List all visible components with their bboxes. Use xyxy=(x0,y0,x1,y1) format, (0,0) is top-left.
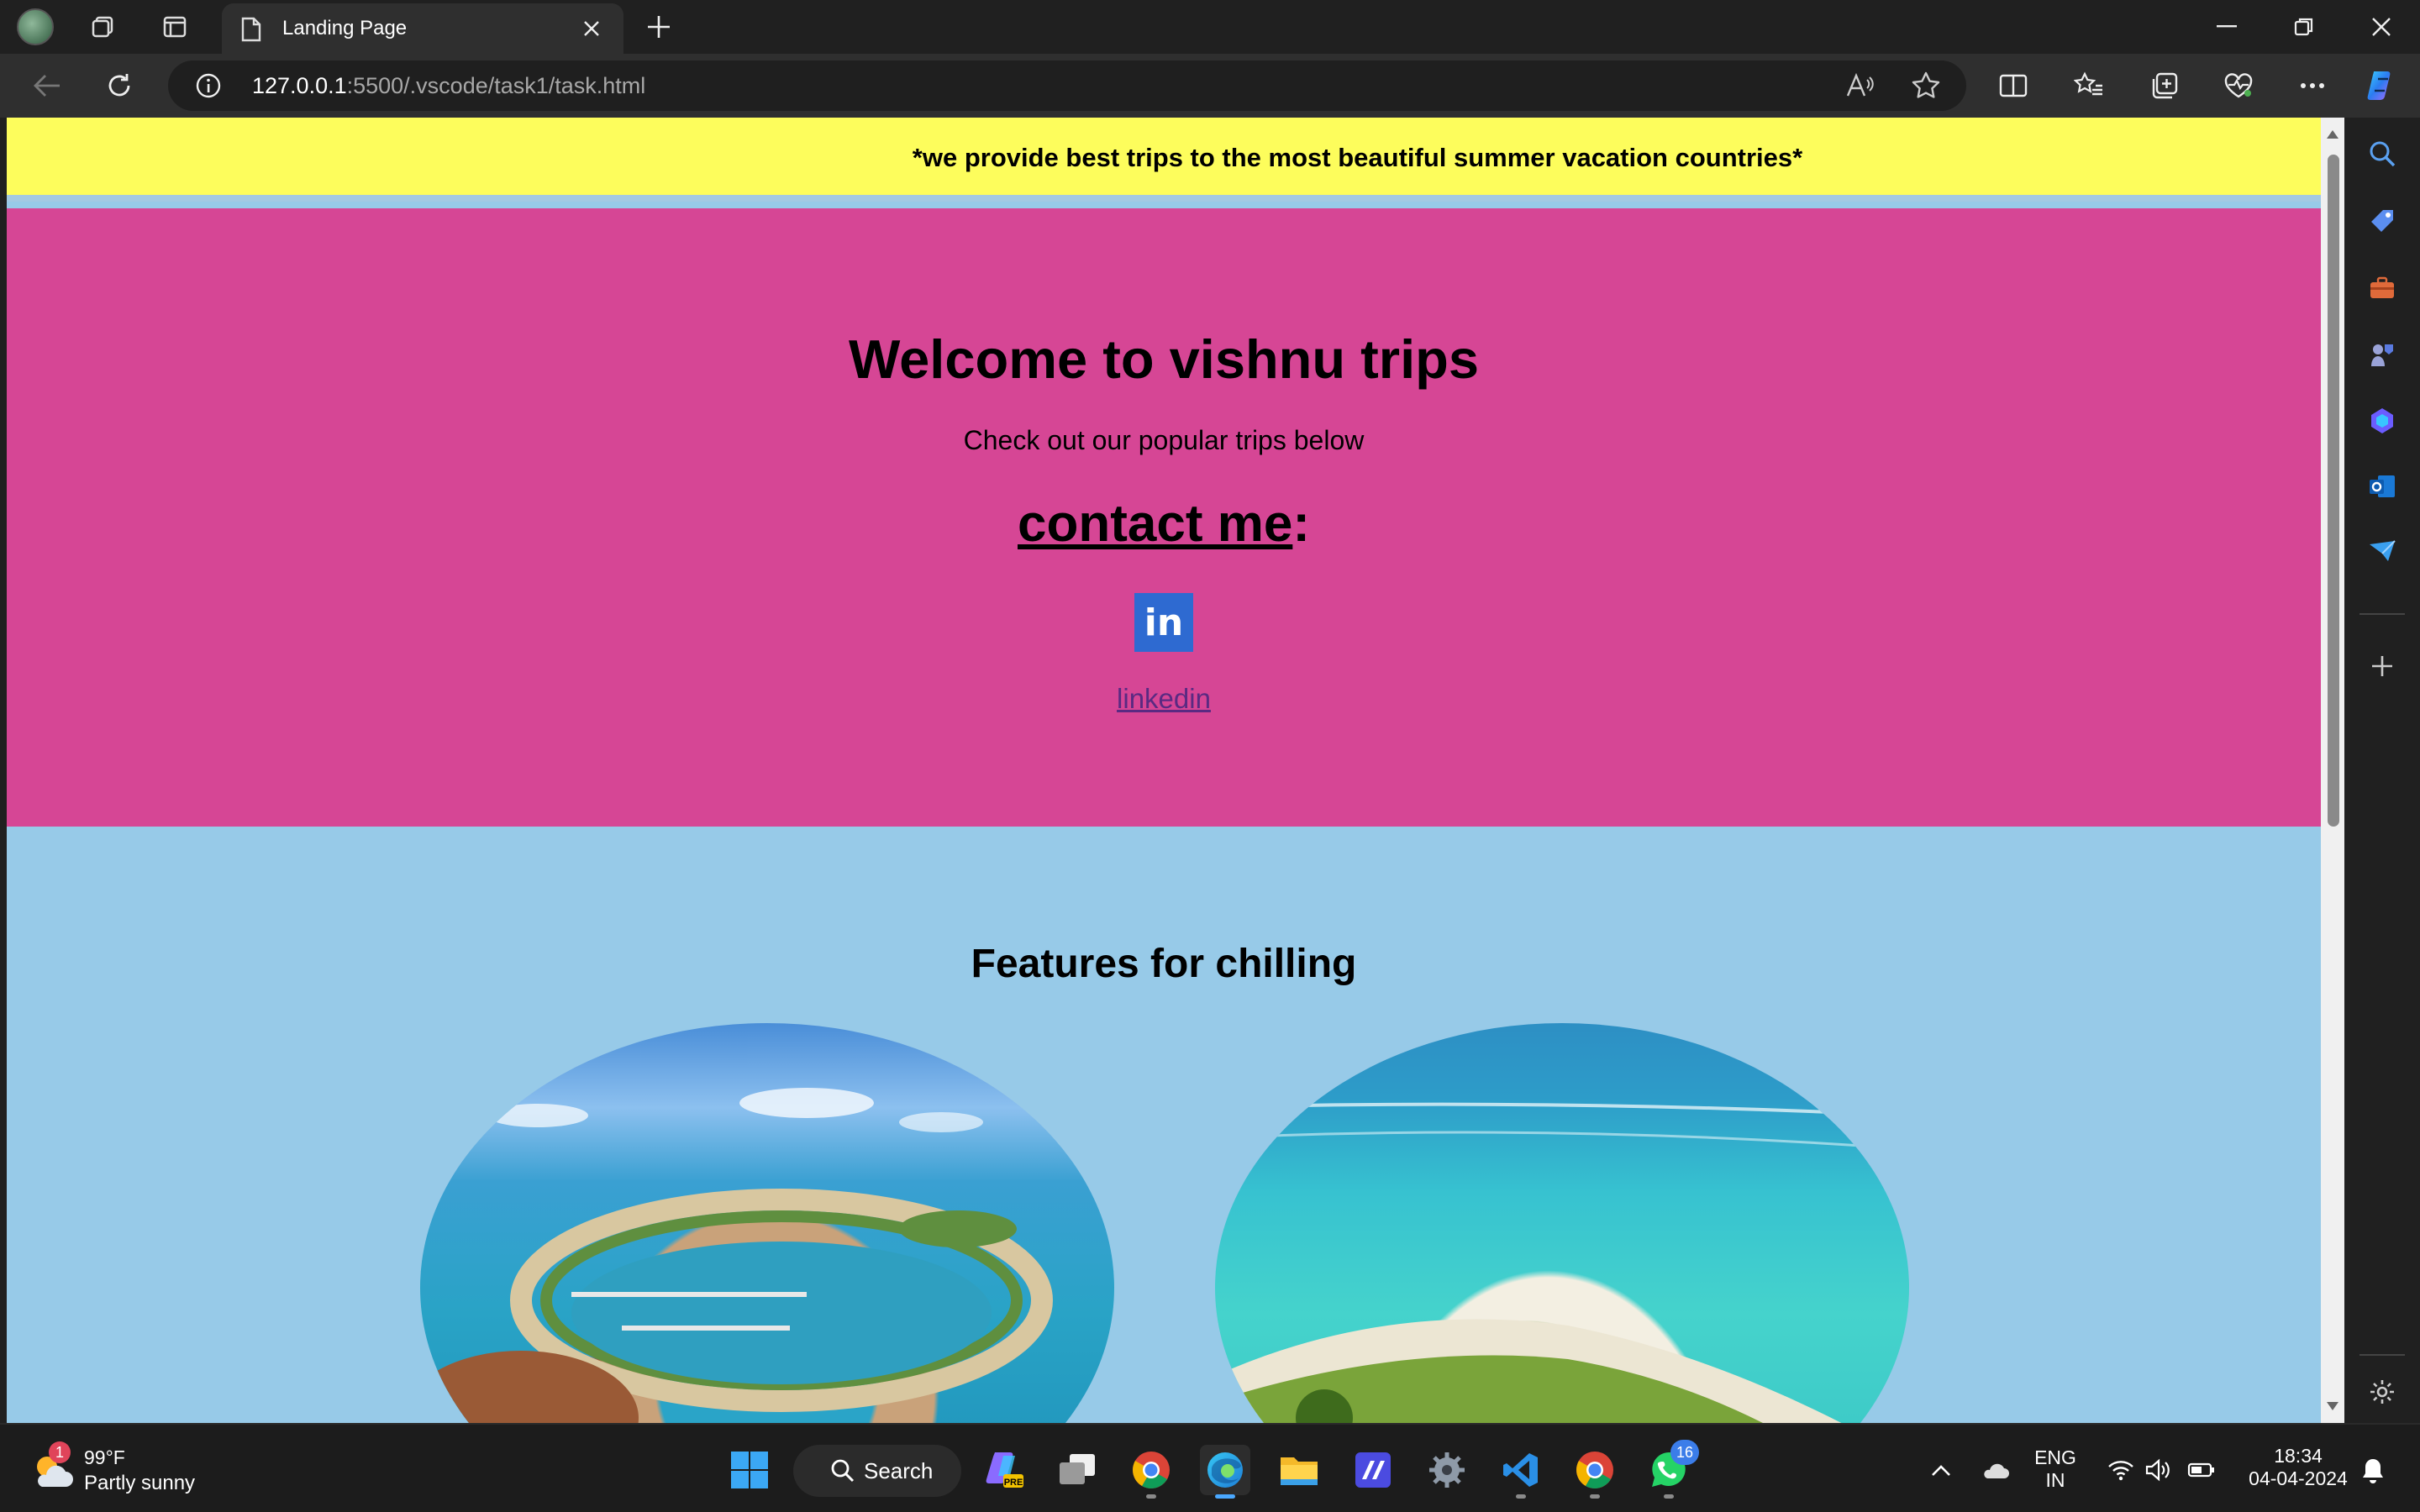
app-taskbar-icon[interactable] xyxy=(1348,1445,1398,1495)
language-code: ENG xyxy=(2034,1446,2076,1468)
url-text[interactable]: 127.0.0.1:5500/.vscode/task1/task.html xyxy=(252,73,645,99)
browser-toolbar: 127.0.0.1:5500/.vscode/task1/task.html xyxy=(0,54,2420,118)
sidebar-settings-icon[interactable] xyxy=(2363,1373,2402,1411)
whatsapp-taskbar-icon[interactable]: 16 xyxy=(1644,1440,1699,1499)
clock[interactable]: 18:34 04-04-2024 xyxy=(2235,1445,2361,1490)
scrollbar-thumb[interactable] xyxy=(2328,155,2339,827)
search-label: Search xyxy=(864,1458,934,1483)
scroll-down-arrow-icon[interactable] xyxy=(2326,1399,2339,1413)
file-explorer-icon[interactable] xyxy=(1274,1445,1324,1495)
linkedin-icon[interactable]: in xyxy=(1134,593,1193,652)
resort-island-image xyxy=(420,1023,1114,1423)
contact-label: contact me xyxy=(1018,495,1293,553)
page-scrollbar[interactable] xyxy=(2321,118,2344,1423)
contact-colon: : xyxy=(1292,495,1310,553)
sidebar-games-icon[interactable] xyxy=(2363,336,2402,375)
sidebar-outlook-icon[interactable] xyxy=(2363,467,2402,506)
taskbar-search[interactable]: Search xyxy=(793,1445,961,1497)
favorites-icon[interactable] xyxy=(2069,66,2109,106)
promo-banner: *we provide best trips to the most beaut… xyxy=(7,118,2321,202)
contact-heading: contact me: xyxy=(7,494,2321,554)
close-window-icon[interactable] xyxy=(2344,3,2418,50)
site-info-icon[interactable] xyxy=(195,72,222,103)
hero-section: Welcome to vishnu trips Check out our po… xyxy=(7,208,2321,827)
sidebar-tools-icon[interactable] xyxy=(2363,269,2402,307)
clock-date: 04-04-2024 xyxy=(2249,1467,2348,1489)
restore-icon[interactable] xyxy=(2267,3,2341,50)
clock-time: 18:34 xyxy=(2274,1445,2323,1467)
page-viewport: *we provide best trips to the most beaut… xyxy=(7,118,2321,1423)
page-icon xyxy=(240,17,262,46)
svg-text:PRE: PRE xyxy=(1004,1478,1023,1488)
active-indicator xyxy=(1215,1494,1235,1499)
chrome-taskbar-icon[interactable] xyxy=(1126,1445,1176,1499)
address-bar[interactable]: 127.0.0.1:5500/.vscode/task1/task.html xyxy=(168,60,1966,111)
page-subheading: Check out our popular trips below xyxy=(963,425,1365,455)
tab-close-icon[interactable] xyxy=(575,12,608,45)
browser-essentials-icon[interactable] xyxy=(2218,66,2259,106)
volume-icon[interactable] xyxy=(2133,1445,2183,1495)
banner-text: *we provide best trips to the most beaut… xyxy=(912,143,1803,172)
workspaces-icon[interactable] xyxy=(84,8,121,45)
weather-badge: 1 xyxy=(49,1441,71,1463)
tab-landing-page[interactable]: Landing Page xyxy=(222,3,623,54)
region-code: IN xyxy=(2045,1469,2065,1491)
weather-condition: Partly sunny xyxy=(84,1472,196,1494)
tab-title: Landing Page xyxy=(282,17,408,39)
url-host: 127.0.0.1 xyxy=(252,73,347,98)
sidebar-add-icon[interactable] xyxy=(2363,647,2402,685)
edge-sidebar xyxy=(2344,118,2420,1423)
tab-actions-icon[interactable] xyxy=(156,8,193,45)
vscode-taskbar-icon[interactable] xyxy=(1496,1445,1546,1499)
copilot-icon[interactable] xyxy=(2361,66,2402,106)
profile-avatar[interactable] xyxy=(17,8,54,45)
windows-taskbar: 1 99°F Partly sunny Search PRE 16 ENG IN… xyxy=(0,1423,2420,1512)
beach-island-image xyxy=(1215,1023,1909,1423)
battery-icon[interactable] xyxy=(2176,1445,2227,1495)
sidebar-microsoft365-icon[interactable] xyxy=(2363,402,2402,440)
language-indicator[interactable]: ENG IN xyxy=(2028,1446,2082,1492)
scroll-up-arrow-icon[interactable] xyxy=(2326,128,2339,141)
show-hidden-icons-chevron-icon[interactable] xyxy=(1916,1445,1966,1495)
collections-icon[interactable] xyxy=(2144,66,2185,106)
more-options-icon[interactable] xyxy=(2292,66,2333,106)
new-tab-icon[interactable] xyxy=(640,8,677,45)
task-view-icon[interactable] xyxy=(1052,1445,1102,1495)
linkedin-logo-text: in xyxy=(1144,601,1184,644)
browser-title-bar: Landing Page xyxy=(0,0,2420,54)
onedrive-cloud-icon[interactable] xyxy=(1970,1445,2020,1495)
start-button[interactable] xyxy=(724,1445,775,1495)
sidebar-separator xyxy=(2360,613,2405,615)
page-heading: Welcome to vishnu trips xyxy=(848,328,1480,390)
refresh-icon[interactable] xyxy=(99,66,139,106)
settings-taskbar-icon[interactable] xyxy=(1422,1445,1472,1495)
sidebar-shopping-icon[interactable] xyxy=(2363,202,2402,240)
whatsapp-badge: 16 xyxy=(1670,1440,1699,1465)
chrome-taskbar-icon-2[interactable] xyxy=(1570,1445,1620,1499)
running-indicator xyxy=(1590,1494,1600,1499)
sidebar-search-icon[interactable] xyxy=(2363,134,2402,173)
weather-temperature: 99°F xyxy=(84,1446,125,1468)
notifications-bell-icon[interactable] xyxy=(2348,1445,2398,1495)
back-arrow-icon[interactable] xyxy=(27,66,67,106)
copilot-pre-taskbar-icon[interactable]: PRE xyxy=(978,1445,1028,1495)
search-icon xyxy=(831,1459,855,1483)
minimize-icon[interactable] xyxy=(2190,3,2264,50)
url-path: :5500/.vscode/task1/task.html xyxy=(346,73,646,98)
sidebar-separator xyxy=(2360,1354,2405,1356)
features-title: Features for chilling xyxy=(971,942,1357,986)
running-indicator xyxy=(1516,1494,1526,1499)
favorite-star-icon[interactable] xyxy=(1911,71,1941,105)
running-indicator xyxy=(1664,1494,1674,1499)
edge-taskbar-icon[interactable] xyxy=(1200,1445,1250,1499)
sidebar-drop-icon[interactable] xyxy=(2363,533,2402,571)
read-aloud-icon[interactable] xyxy=(1845,72,1874,105)
weather-widget[interactable]: 1 99°F Partly sunny xyxy=(29,1441,230,1497)
linkedin-link[interactable]: linkedin xyxy=(7,683,2321,715)
running-indicator xyxy=(1146,1494,1156,1499)
split-screen-icon[interactable] xyxy=(1993,66,2033,106)
